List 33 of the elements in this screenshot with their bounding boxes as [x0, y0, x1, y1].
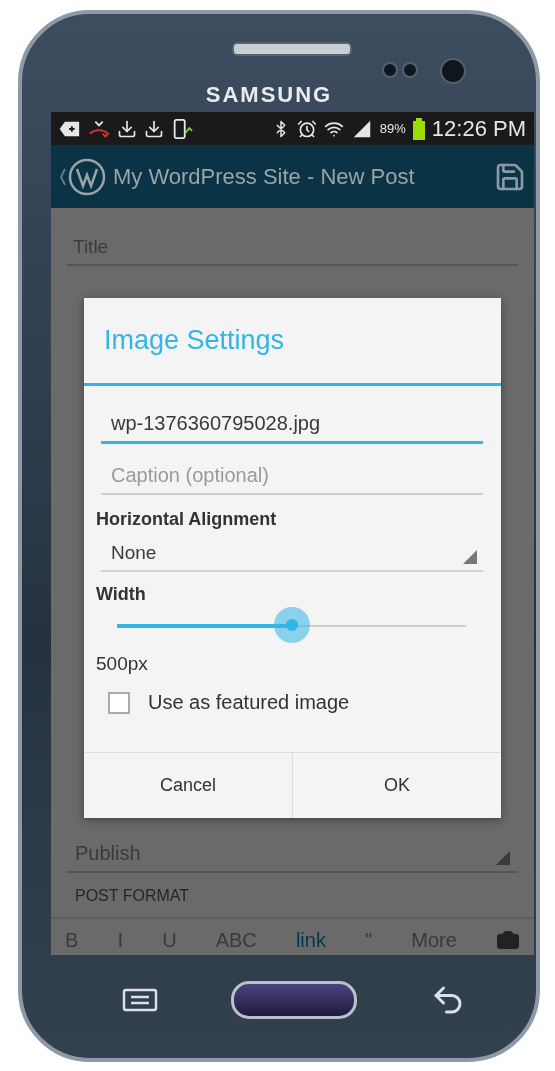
app-title: My WordPress Site - New Post	[113, 163, 416, 190]
width-label: Width	[96, 584, 147, 605]
battery-icon	[412, 117, 425, 140]
cancel-button[interactable]: Cancel	[84, 753, 292, 818]
post-format-label: POST FORMAT	[74, 886, 191, 906]
menu-icon[interactable]	[122, 987, 158, 1012]
dropdown-corner-icon	[496, 851, 510, 865]
dropdown-corner-icon	[463, 550, 477, 564]
wordpress-logo[interactable]	[59, 156, 107, 197]
filename-field[interactable]: wp-1376360795028.jpg	[101, 406, 483, 444]
dialog-title: Image Settings	[104, 325, 285, 356]
alignment-dropdown[interactable]: None	[101, 538, 483, 572]
slider-thumb[interactable]	[273, 607, 310, 643]
battery-percent: 89%	[379, 121, 406, 136]
sensor-dot	[402, 62, 418, 78]
clock: 12:26 PM	[431, 115, 526, 142]
home-button[interactable]	[231, 980, 357, 1019]
download-icon	[117, 118, 137, 139]
sensor-dot	[382, 62, 398, 78]
ok-button[interactable]: OK	[292, 753, 501, 818]
alarm-icon	[296, 118, 317, 139]
download-icon	[144, 118, 164, 139]
phone-upload-icon	[171, 117, 193, 140]
featured-checkbox[interactable]	[108, 691, 130, 714]
caption-field[interactable]: Caption (optional)	[101, 458, 483, 495]
alignment-label: Horizontal Alignment	[96, 509, 278, 530]
front-camera	[440, 58, 466, 84]
brand-logo: SAMSUNG	[205, 82, 333, 108]
camera-icon[interactable]	[495, 928, 520, 952]
format-button[interactable]: "	[365, 928, 373, 952]
link-button[interactable]: link	[295, 928, 326, 952]
featured-label: Use as featured image	[148, 691, 350, 714]
width-value: 500px	[96, 653, 149, 675]
